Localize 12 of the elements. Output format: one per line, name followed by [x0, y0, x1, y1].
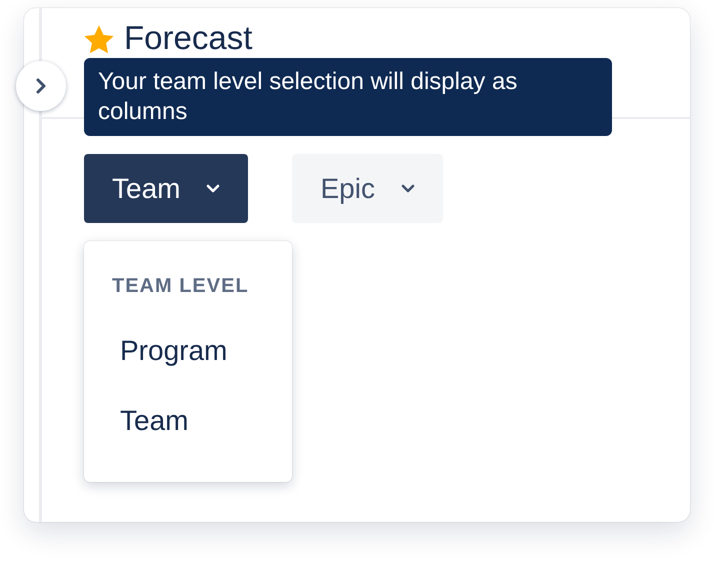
tooltip: Your team level selection will display as columns — [84, 58, 612, 136]
expand-button[interactable] — [16, 61, 66, 111]
star-icon[interactable] — [82, 24, 116, 56]
page-title: Forecast — [124, 18, 252, 58]
chevron-down-icon — [206, 184, 220, 194]
chevron-right-icon — [35, 78, 47, 94]
menu-item[interactable]: Program — [84, 316, 292, 386]
chevron-down-icon — [400, 184, 415, 194]
menu-item[interactable]: Team — [84, 386, 292, 456]
dropdown-button[interactable]: Epic — [292, 154, 443, 223]
dropdown-button[interactable]: Team — [84, 154, 248, 223]
menu-heading: TEAM LEVEL — [112, 275, 249, 298]
